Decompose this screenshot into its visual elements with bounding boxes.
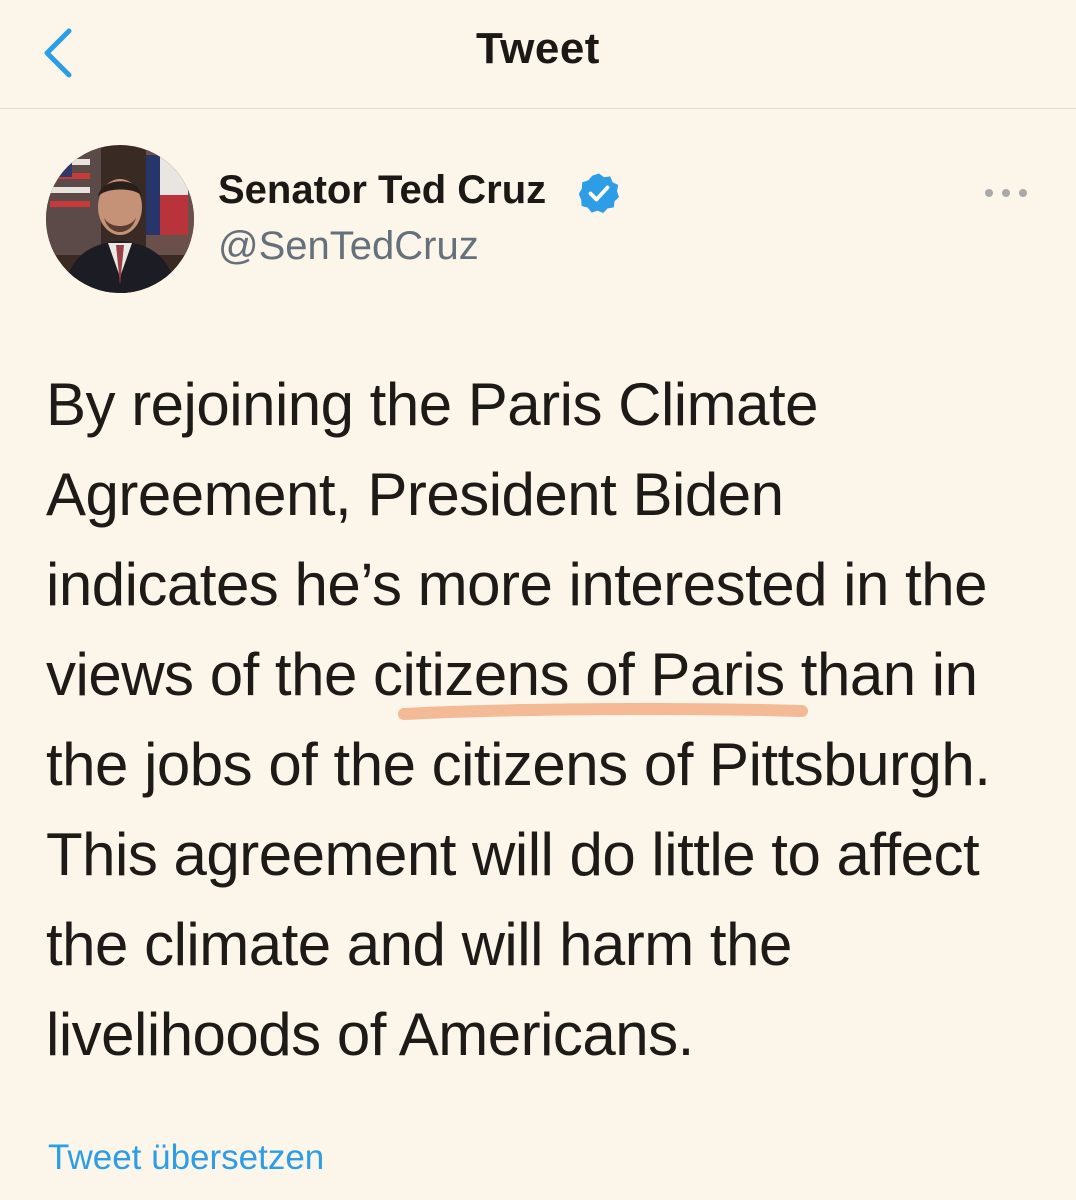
tweet-text-line: This agreement will do little to affect <box>46 821 980 888</box>
tweet-text-line: the climate and will harm the <box>46 911 792 978</box>
tweet-text-line: the jobs of the citizens of Pittsburgh. <box>46 731 991 798</box>
top-bar: Tweet <box>0 0 1076 109</box>
tweet-text-line: livelihoods of Americans. <box>46 1001 694 1068</box>
avatar[interactable] <box>46 145 194 293</box>
more-options-button[interactable] <box>978 176 1034 210</box>
author-name[interactable]: Senator Ted Cruz <box>218 168 546 213</box>
translate-tweet-link[interactable]: Tweet übersetzen <box>48 1138 324 1178</box>
tweet-text-line: Agreement, President Biden <box>46 461 784 528</box>
verified-badge-icon <box>578 173 619 213</box>
more-horizontal-icon <box>985 189 1027 197</box>
page-title: Tweet <box>476 24 600 73</box>
tweet-text-line: By rejoining the Paris Climate <box>46 371 819 438</box>
tweet-text-line: indicates he’s more interested in the <box>46 551 987 618</box>
highlighter-underline <box>398 702 808 720</box>
author-handle: @SenTedCruz <box>218 224 479 268</box>
